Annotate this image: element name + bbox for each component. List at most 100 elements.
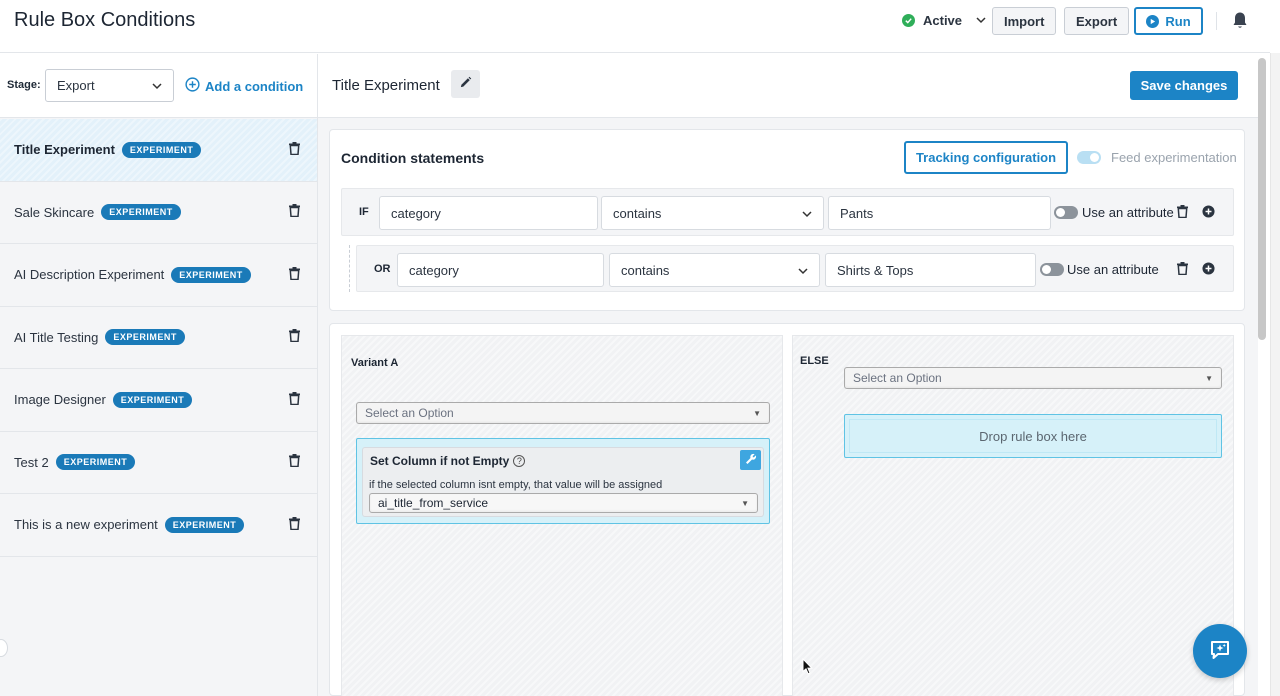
rule-list-item[interactable]: This is a new experiment EXPERIMENT	[0, 494, 317, 557]
trash-icon[interactable]	[289, 516, 300, 533]
trash-icon[interactable]	[1177, 205, 1188, 221]
chevron-down-icon	[798, 263, 808, 278]
column-select[interactable]: ai_title_from_service ▼	[369, 493, 758, 513]
sidebar: Stage: Export Add a condition Title Expe…	[0, 54, 318, 696]
condition-field-value: category	[409, 262, 459, 278]
rule-list-item[interactable]: Image Designer EXPERIMENT	[0, 369, 317, 432]
import-button[interactable]: Import	[992, 7, 1057, 35]
trash-icon[interactable]	[289, 329, 300, 345]
page-scrollbar-thumb[interactable]	[1258, 58, 1266, 340]
experiment-badge: EXPERIMENT	[55, 454, 136, 471]
rule-name: AI Description Experiment	[14, 267, 165, 283]
condition-value-input[interactable]: Pants	[828, 196, 1051, 230]
condition-comparator-value: contains	[621, 262, 670, 278]
caret-down-icon: ▼	[753, 408, 761, 418]
rule-list-item[interactable]: Test 2 EXPERIMENT	[0, 431, 317, 494]
trash-icon[interactable]	[289, 266, 300, 283]
else-select-value: Select an Option	[853, 371, 942, 385]
plus-circle-icon[interactable]	[1202, 262, 1215, 278]
stage-select[interactable]: Export	[45, 69, 174, 102]
operator-label: IF	[359, 206, 369, 218]
condition-value-text: Pants	[840, 205, 874, 221]
chevron-down-icon	[802, 206, 812, 221]
condition-field-input[interactable]: category	[397, 253, 604, 287]
check-circle-icon	[902, 14, 915, 27]
variant-a-label: Variant A	[351, 357, 399, 369]
trash-icon[interactable]	[1177, 262, 1188, 278]
rule-name: This is a new experiment	[14, 517, 158, 533]
experiment-badge: EXPERIMENT	[101, 204, 181, 221]
condition-statements-card: Condition statements Tracking configurat…	[329, 129, 1245, 311]
rule-name: AI Title Testing	[14, 329, 99, 345]
rule-box[interactable]: Set Column if not Empty ? if the selecte…	[362, 447, 764, 517]
feed-experimentation-toggle[interactable]	[1077, 151, 1101, 164]
rule-list-item[interactable]: Sale Skincare EXPERIMENT	[0, 181, 317, 244]
else-select[interactable]: Select an Option ▼	[844, 367, 1222, 389]
drop-rule-box-zone[interactable]: Drop rule box here	[844, 414, 1222, 458]
condition-comparator-select[interactable]: contains	[609, 253, 820, 287]
trash-icon[interactable]	[289, 454, 300, 470]
experiment-badge: EXPERIMENT	[105, 329, 185, 346]
use-attribute-toggle[interactable]	[1054, 206, 1078, 219]
drop-rule-box-label: Drop rule box here	[979, 428, 1087, 444]
page-scrollbar-track[interactable]	[1270, 53, 1280, 696]
trash-icon[interactable]	[289, 141, 300, 158]
rule-name: Test 2	[14, 454, 49, 470]
trash-icon[interactable]	[289, 391, 300, 408]
rule-name: Title Experiment	[14, 142, 115, 158]
use-attribute-label: Use an attribute	[1082, 205, 1174, 220]
condition-comparator-value: contains	[613, 205, 662, 221]
operator-label: OR	[374, 263, 391, 275]
condition-row-or: OR category contains Shirts & Tops Use a…	[356, 245, 1234, 292]
plus-circle-icon[interactable]	[1202, 205, 1215, 221]
pencil-icon	[459, 76, 472, 92]
save-changes-button[interactable]: Save changes	[1130, 71, 1238, 100]
rule-list-item[interactable]: AI Title Testing EXPERIMENT	[0, 306, 317, 369]
stage-row: Stage: Export Add a condition	[0, 54, 317, 118]
variant-a-column: Variant A Select an Option ▼ Set Column …	[341, 335, 783, 696]
condition-comparator-select[interactable]: contains	[601, 196, 824, 230]
wrench-button[interactable]	[740, 450, 761, 470]
edit-title-button[interactable]	[451, 70, 480, 98]
rule-box-title: Set Column if not Empty ?	[370, 454, 526, 468]
variant-a-select[interactable]: Select an Option ▼	[356, 402, 770, 424]
chat-sparkle-icon	[1208, 638, 1232, 665]
wrench-icon	[745, 453, 757, 468]
experiment-badge: EXPERIMENT	[121, 141, 202, 158]
chevron-down-icon	[976, 15, 986, 27]
help-icon[interactable]: ?	[513, 455, 526, 467]
add-condition-button[interactable]: Add a condition	[185, 77, 303, 95]
caret-down-icon: ▼	[1205, 373, 1213, 383]
run-label: Run	[1165, 13, 1191, 29]
mouse-cursor-icon	[802, 657, 813, 678]
or-connector-line	[349, 245, 350, 292]
rule-list-item[interactable]: AI Description Experiment EXPERIMENT	[0, 244, 317, 307]
condition-value-input[interactable]: Shirts & Tops	[825, 253, 1036, 287]
condition-field-input[interactable]: category	[379, 196, 598, 230]
condition-statements-title: Condition statements	[341, 150, 485, 166]
experiment-badge: EXPERIMENT	[171, 266, 251, 283]
run-button[interactable]: Run	[1134, 7, 1203, 35]
chevron-down-icon	[152, 78, 162, 93]
export-button[interactable]: Export	[1064, 7, 1130, 35]
use-attribute-toggle[interactable]	[1040, 263, 1064, 276]
condition-field-value: category	[391, 205, 441, 221]
ai-assistant-button[interactable]	[1193, 624, 1247, 678]
tracking-configuration-button[interactable]: Tracking configuration	[904, 141, 1068, 174]
rule-list-item[interactable]: Title Experiment EXPERIMENT	[0, 119, 317, 182]
page-title: Rule Box Conditions	[14, 9, 196, 31]
rule-list: Title Experiment EXPERIMENT Sale Skincar…	[0, 119, 317, 557]
rule-name: Image Designer	[14, 392, 106, 408]
rule-box-dropzone: Set Column if not Empty ? if the selecte…	[356, 438, 770, 524]
status-dropdown[interactable]: Active	[902, 13, 986, 28]
trash-icon[interactable]	[289, 204, 300, 220]
play-icon	[1146, 14, 1160, 28]
condition-value-text: Shirts & Tops	[837, 262, 914, 278]
rule-name: Sale Skincare	[14, 204, 95, 220]
stage-label: Stage:	[7, 79, 41, 91]
status-label: Active	[923, 13, 963, 28]
use-attribute-label: Use an attribute	[1067, 262, 1159, 277]
bell-icon[interactable]	[1231, 11, 1249, 33]
feed-experimentation-label: Feed experimentation	[1111, 150, 1237, 165]
add-condition-label: Add a condition	[205, 78, 304, 94]
